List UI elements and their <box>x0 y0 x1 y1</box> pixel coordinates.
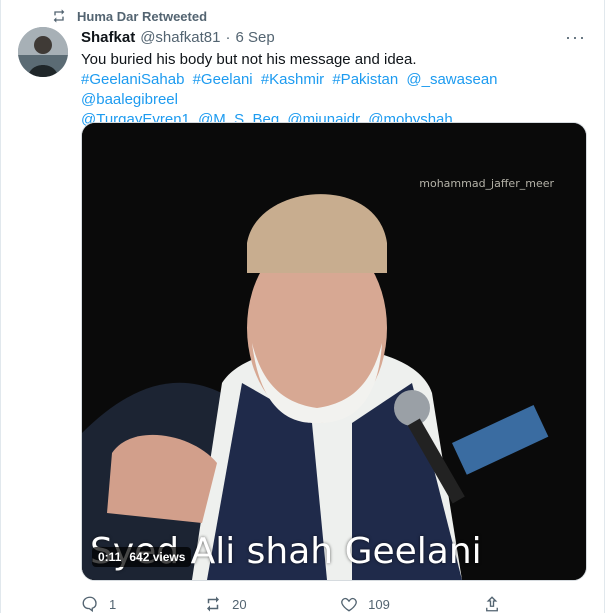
hashtag[interactable]: #GeelaniSahab <box>81 71 184 88</box>
video-player[interactable]: mohammad_jaffer_meer Syed Ali shah Geela… <box>81 122 587 581</box>
reply-button[interactable]: 1 <box>81 595 204 613</box>
author-name[interactable]: Shafkat <box>81 29 135 46</box>
separator-dot: · <box>225 29 231 46</box>
heart-icon <box>341 597 357 612</box>
share-icon <box>486 596 498 612</box>
mention[interactable]: @_sawasean <box>406 71 497 88</box>
like-button[interactable]: 109 <box>340 595 483 613</box>
retweet-button[interactable]: 20 <box>204 595 340 613</box>
tweet-body: You buried his body but not his message … <box>81 51 417 68</box>
tweet-time[interactable]: 6 Sep <box>235 29 274 46</box>
like-count: 109 <box>368 596 390 612</box>
video-views: 642 views <box>129 550 186 564</box>
video-watermark: mohammad_jaffer_meer <box>419 177 554 190</box>
more-options-icon[interactable]: ··· <box>565 27 586 48</box>
hashtag[interactable]: #Geelani <box>193 71 253 88</box>
tweet-actions: 1 20 109 <box>81 595 501 613</box>
tweet-header: Shafkat @shafkat81 · 6 Sep <box>81 29 275 46</box>
video-frame <box>82 123 586 580</box>
tweet-text: You buried his body but not his message … <box>81 50 586 130</box>
author-handle[interactable]: @shafkat81 <box>140 29 220 46</box>
tweet-tags: #GeelaniSahab #Geelani #Kashmir #Pakista… <box>81 70 586 130</box>
avatar[interactable] <box>18 27 68 77</box>
video-duration: 0:11 <box>98 550 122 564</box>
share-button[interactable] <box>483 595 501 613</box>
video-info-badge: 0:11 642 views <box>92 547 192 567</box>
hashtag[interactable]: #Kashmir <box>261 71 324 88</box>
retweet-count: 20 <box>232 596 247 612</box>
retweet-icon <box>53 9 65 23</box>
retweet-icon <box>207 596 220 612</box>
reply-count: 1 <box>109 596 117 612</box>
tweet-card[interactable]: Huma Dar Retweeted Shafkat @shafkat81 · … <box>0 0 605 613</box>
retweet-indicator: Huma Dar Retweeted <box>51 8 207 24</box>
retweeted-by[interactable]: Huma Dar Retweeted <box>77 9 207 24</box>
mention[interactable]: @baalegibreel <box>81 91 178 108</box>
reply-icon <box>82 596 97 613</box>
hashtag[interactable]: #Pakistan <box>332 71 398 88</box>
